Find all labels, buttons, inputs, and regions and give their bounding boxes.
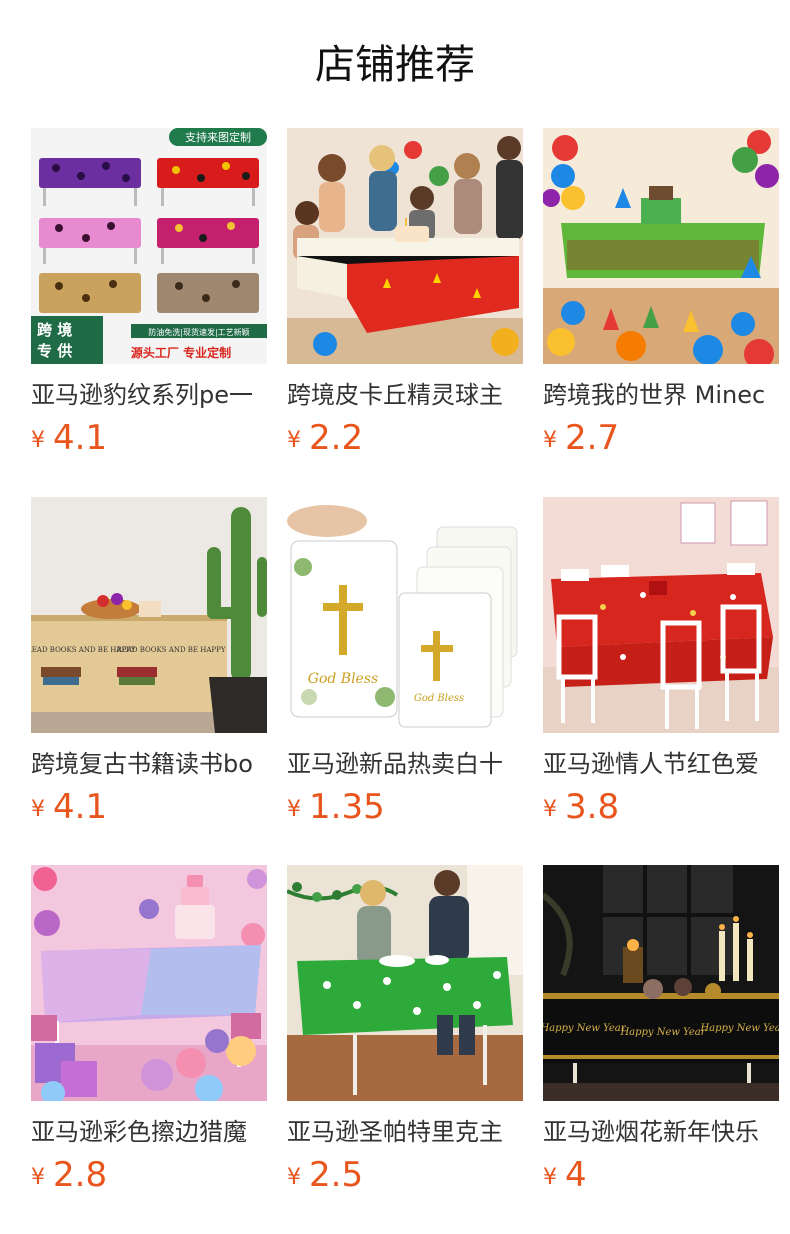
- product-price: ¥2.8: [31, 1155, 267, 1201]
- product-card[interactable]: READ BOOKS AND BE HAPPY READ BOOKS AND B…: [31, 497, 267, 833]
- product-card[interactable]: 亚马逊圣帕特里克主 ¥2.5: [287, 865, 523, 1201]
- slogan-text: 源头工厂 专业定制: [131, 345, 231, 360]
- currency-symbol: ¥: [287, 1165, 301, 1190]
- currency-symbol: ¥: [543, 797, 557, 822]
- product-name[interactable]: 跨境皮卡丘精灵球主: [287, 380, 523, 410]
- currency-symbol: ¥: [543, 1165, 557, 1190]
- product-image[interactable]: [543, 128, 779, 364]
- price-value: 1.35: [309, 787, 385, 827]
- script-text: God Bless: [308, 671, 378, 687]
- product-card[interactable]: 亚马逊情人节红色爱 ¥3.8: [543, 497, 779, 833]
- product-name[interactable]: 亚马逊圣帕特里克主: [287, 1117, 523, 1147]
- product-name[interactable]: 亚马逊彩色擦边猎魔: [31, 1117, 267, 1147]
- product-price: ¥1.35: [287, 787, 523, 833]
- price-value: 4.1: [53, 418, 108, 458]
- currency-symbol: ¥: [543, 428, 557, 453]
- product-image[interactable]: [287, 865, 523, 1101]
- product-name[interactable]: 亚马逊情人节红色爱: [543, 749, 779, 779]
- script-text-small: God Bless: [414, 693, 464, 704]
- product-price: ¥4.1: [31, 787, 267, 833]
- price-value: 2.2: [309, 418, 364, 458]
- product-name[interactable]: 跨境我的世界 Minec: [543, 380, 779, 410]
- page-title: 店铺推荐: [315, 42, 475, 88]
- script-text-1: Happy New Year: [543, 1023, 627, 1034]
- price-value: 4: [565, 1155, 587, 1195]
- price-value: 4.1: [53, 787, 108, 827]
- product-price: ¥4.1: [31, 418, 267, 464]
- product-price: ¥3.8: [543, 787, 779, 833]
- price-value: 2.8: [53, 1155, 108, 1195]
- script-text-3: Happy New Year: [699, 1023, 779, 1034]
- price-value: 2.5: [309, 1155, 364, 1195]
- currency-symbol: ¥: [31, 428, 45, 453]
- banner-text-2: READ BOOKS AND BE HAPPY: [117, 646, 226, 654]
- corner-label-2: 专 供: [37, 342, 72, 360]
- product-card[interactable]: 支持来图定制 跨 境 专 供 防油免洗|现货速发|工艺新颖 源头工厂 专业定制 …: [31, 128, 267, 464]
- product-name[interactable]: 亚马逊新品热卖白十: [287, 749, 523, 779]
- currency-symbol: ¥: [31, 797, 45, 822]
- currency-symbol: ¥: [287, 797, 301, 822]
- product-image[interactable]: [31, 865, 267, 1101]
- product-card[interactable]: Happy New Year Happy New Year Happy New …: [543, 865, 779, 1201]
- currency-symbol: ¥: [31, 1165, 45, 1190]
- product-name[interactable]: 跨境复古书籍读书bo: [31, 749, 267, 779]
- price-value: 3.8: [565, 787, 620, 827]
- product-price: ¥2.2: [287, 418, 523, 464]
- product-price: ¥4: [543, 1155, 779, 1201]
- script-text-2: Happy New Year: [619, 1027, 706, 1038]
- product-image[interactable]: God Bless God Bless: [287, 497, 523, 733]
- corner-label-1: 跨 境: [37, 321, 72, 339]
- product-name[interactable]: 亚马逊烟花新年快乐: [543, 1117, 779, 1147]
- product-card[interactable]: 亚马逊彩色擦边猎魔 ¥2.8: [31, 865, 267, 1201]
- product-price: ¥2.5: [287, 1155, 523, 1201]
- product-name[interactable]: 亚马逊豹纹系列pe一: [31, 380, 267, 410]
- product-image[interactable]: [287, 128, 523, 364]
- product-card[interactable]: 跨境我的世界 Minec ¥2.7: [543, 128, 779, 464]
- product-image[interactable]: Happy New Year Happy New Year Happy New …: [543, 865, 779, 1101]
- product-card[interactable]: 跨境皮卡丘精灵球主 ¥2.2: [287, 128, 523, 464]
- product-card[interactable]: God Bless God Bless 亚马逊新品热卖白十 ¥1.35: [287, 497, 523, 833]
- product-image[interactable]: READ BOOKS AND BE HAPPY READ BOOKS AND B…: [31, 497, 267, 733]
- product-price: ¥2.7: [543, 418, 779, 464]
- badge-text: 支持来图定制: [185, 130, 251, 144]
- features-text: 防油免洗|现货速发|工艺新颖: [148, 327, 249, 337]
- product-image[interactable]: [543, 497, 779, 733]
- product-image[interactable]: 支持来图定制 跨 境 专 供 防油免洗|现货速发|工艺新颖 源头工厂 专业定制: [31, 128, 267, 364]
- price-value: 2.7: [565, 418, 620, 458]
- currency-symbol: ¥: [287, 428, 301, 453]
